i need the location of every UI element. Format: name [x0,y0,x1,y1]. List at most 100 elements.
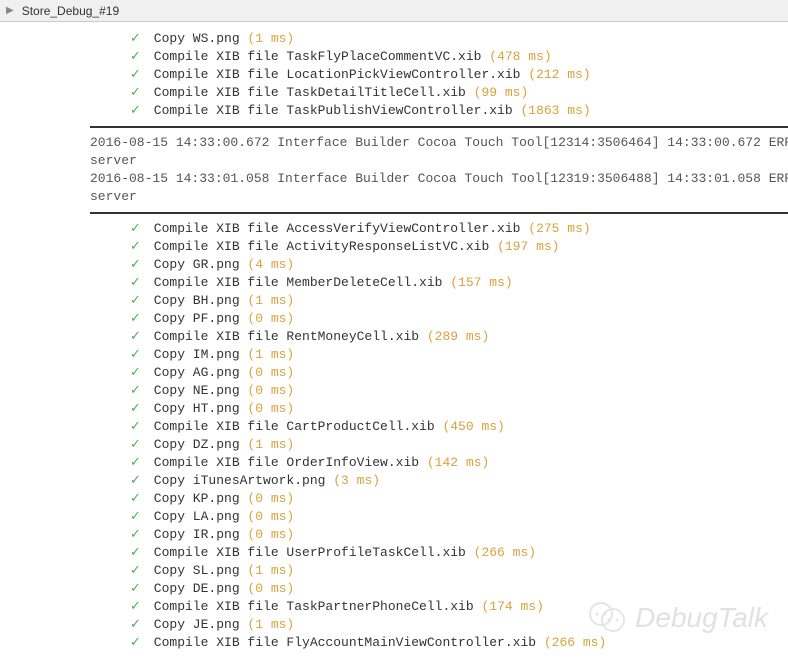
build-step-text: Compile XIB file CartProductCell.xib [146,419,442,434]
build-duration: (266 ms) [474,545,536,560]
build-step-text: Copy DE.png [146,581,247,596]
build-line: ✓ Compile XIB file OrderInfoView.xib (14… [0,454,788,472]
check-icon: ✓ [130,418,146,436]
build-duration: (142 ms) [427,455,489,470]
build-line: ✓ Copy GR.png (4 ms) [0,256,788,274]
build-step-text: Copy GR.png [146,257,247,272]
build-block-1: ✓ Copy WS.png (1 ms)✓ Compile XIB file T… [0,30,788,120]
check-icon: ✓ [130,346,146,364]
log-line: 2016-08-15 14:33:00.672 Interface Builde… [90,134,788,152]
build-duration: (1 ms) [247,563,294,578]
build-step-text: Copy BH.png [146,293,247,308]
check-icon: ✓ [130,238,146,256]
build-line: ✓ Copy LA.png (0 ms) [0,508,788,526]
build-duration: (266 ms) [544,635,606,650]
build-log-content: ✓ Copy WS.png (1 ms)✓ Compile XIB file T… [0,22,788,660]
check-icon: ✓ [130,400,146,418]
build-step-text: Copy AG.png [146,365,247,380]
build-step-text: Copy DZ.png [146,437,247,452]
build-line: ✓ Compile XIB file ActivityResponseListV… [0,238,788,256]
build-step-text: Copy LA.png [146,509,247,524]
build-line: ✓ Compile XIB file TaskFlyPlaceCommentVC… [0,48,788,66]
build-line: ✓ Copy PF.png (0 ms) [0,310,788,328]
check-icon: ✓ [130,310,146,328]
build-duration: (1 ms) [247,437,294,452]
build-step-text: Compile XIB file TaskDetailTitleCell.xib [146,85,474,100]
divider [90,126,788,128]
tab-title[interactable]: Store_Debug_#19 [22,4,119,18]
build-line: ✓ Copy WS.png (1 ms) [0,30,788,48]
build-duration: (197 ms) [497,239,559,254]
check-icon: ✓ [130,562,146,580]
check-icon: ✓ [130,472,146,490]
build-step-text: Copy WS.png [146,31,247,46]
check-icon: ✓ [130,382,146,400]
divider [90,212,788,214]
build-step-text: Copy iTunesArtwork.png [146,473,333,488]
build-line: ✓ Compile XIB file UserProfileTaskCell.x… [0,544,788,562]
build-step-text: Copy IR.png [146,527,247,542]
build-line: ✓ Copy JE.png (1 ms) [0,616,788,634]
build-line: ✓ Compile XIB file AccessVerifyViewContr… [0,220,788,238]
build-step-text: Compile XIB file TaskPartnerPhoneCell.xi… [146,599,481,614]
check-icon: ✓ [130,616,146,634]
check-icon: ✓ [130,274,146,292]
build-step-text: Copy IM.png [146,347,247,362]
log-line: server [90,188,788,206]
check-icon: ✓ [130,490,146,508]
check-icon: ✓ [130,102,146,120]
check-icon: ✓ [130,30,146,48]
build-duration: (1 ms) [247,617,294,632]
build-line: ✓ Compile XIB file TaskPartnerPhoneCell.… [0,598,788,616]
build-line: ✓ Copy NE.png (0 ms) [0,382,788,400]
build-duration: (0 ms) [247,365,294,380]
build-step-text: Compile XIB file TaskFlyPlaceCommentVC.x… [146,49,489,64]
build-line: ✓ Copy SL.png (1 ms) [0,562,788,580]
build-line: ✓ Compile XIB file MemberDeleteCell.xib … [0,274,788,292]
build-line: ✓ Copy BH.png (1 ms) [0,292,788,310]
check-icon: ✓ [130,364,146,382]
build-line: ✓ Copy HT.png (0 ms) [0,400,788,418]
build-line: ✓ Compile XIB file LocationPickViewContr… [0,66,788,84]
check-icon: ✓ [130,292,146,310]
build-step-text: Compile XIB file TaskPublishViewControll… [146,103,520,118]
build-line: ✓ Compile XIB file RentMoneyCell.xib (28… [0,328,788,346]
build-step-text: Compile XIB file MemberDeleteCell.xib [146,275,450,290]
build-step-text: Copy NE.png [146,383,247,398]
build-line: ✓ Copy IR.png (0 ms) [0,526,788,544]
build-step-text: Compile XIB file LocationPickViewControl… [146,67,528,82]
check-icon: ✓ [130,580,146,598]
build-step-text: Copy HT.png [146,401,247,416]
check-icon: ✓ [130,220,146,238]
check-icon: ✓ [130,598,146,616]
tab-bar: ▶ Store_Debug_#19 [0,0,788,22]
build-duration: (212 ms) [528,67,590,82]
build-duration: (4 ms) [247,257,294,272]
check-icon: ✓ [130,526,146,544]
caret-right-icon: ▶ [6,5,14,17]
build-step-text: Compile XIB file UserProfileTaskCell.xib [146,545,474,560]
check-icon: ✓ [130,436,146,454]
build-duration: (478 ms) [489,49,551,64]
build-line: ✓ Copy IM.png (1 ms) [0,346,788,364]
build-line: ✓ Compile XIB file CartProductCell.xib (… [0,418,788,436]
build-duration: (289 ms) [427,329,489,344]
build-duration: (1 ms) [247,347,294,362]
check-icon: ✓ [130,634,146,652]
check-icon: ✓ [130,48,146,66]
build-duration: (1 ms) [247,293,294,308]
build-line: ✓ Copy DE.png (0 ms) [0,580,788,598]
build-step-text: Compile XIB file AccessVerifyViewControl… [146,221,528,236]
build-step-text: Copy PF.png [146,311,247,326]
build-step-text: Copy SL.png [146,563,247,578]
check-icon: ✓ [130,328,146,346]
build-duration: (0 ms) [247,581,294,596]
build-duration: (0 ms) [247,491,294,506]
build-duration: (1 ms) [247,31,294,46]
build-line: ✓ Compile XIB file TaskPublishViewContro… [0,102,788,120]
build-line: ✓ Copy iTunesArtwork.png (3 ms) [0,472,788,490]
build-line: ✓ Copy DZ.png (1 ms) [0,436,788,454]
build-line: ✓ Copy KP.png (0 ms) [0,490,788,508]
check-icon: ✓ [130,544,146,562]
build-duration: (450 ms) [442,419,504,434]
